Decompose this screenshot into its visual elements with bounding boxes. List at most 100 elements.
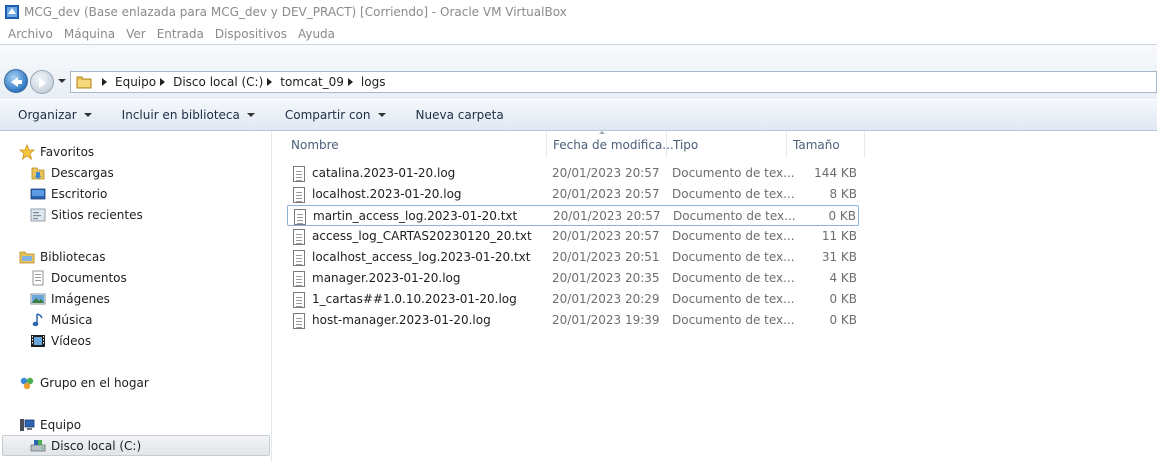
text-file-icon: [293, 229, 305, 245]
column-header-type[interactable]: Tipo: [667, 131, 787, 158]
file-date: 20/01/2023 20:35: [552, 271, 660, 285]
file-size: 144 KB: [814, 166, 857, 180]
file-row[interactable]: localhost.2023-01-20.log 20/01/2023 20:5…: [287, 184, 859, 205]
nav-downloads[interactable]: Descargas: [30, 162, 114, 183]
nav-libraries-label: Bibliotecas: [40, 249, 106, 264]
text-file-icon: [293, 187, 305, 203]
file-date: 20/01/2023 20:29: [552, 292, 660, 306]
file-name: localhost_access_log.2023-01-20.txt: [312, 250, 531, 264]
new-folder-button[interactable]: Nueva carpeta: [416, 108, 504, 122]
breadcrumb-logs[interactable]: logs: [361, 75, 386, 89]
chevron-down-icon: [83, 113, 92, 117]
share-label: Compartir con: [284, 108, 371, 122]
vm-window-title: MCG_dev (Base enlazada para MCG_dev y DE…: [24, 5, 567, 19]
column-header-name[interactable]: Nombre: [285, 131, 547, 158]
menu-maquina[interactable]: Máquina: [64, 27, 115, 41]
breadcrumb-separator[interactable]: [267, 78, 273, 86]
computer-icon: [19, 417, 35, 433]
file-size: 0 KB: [829, 292, 857, 306]
file-row-focused[interactable]: martin_access_log.2023-01-20.txt 20/01/2…: [287, 205, 859, 226]
file-row[interactable]: access_log_CARTAS20230120_20.txt 20/01/2…: [287, 226, 859, 247]
file-type: Documento de tex...: [672, 292, 795, 306]
nav-desktop[interactable]: Escritorio: [30, 183, 107, 204]
file-name: manager.2023-01-20.log: [312, 271, 461, 285]
address-bar[interactable]: Equipo Disco local (C:) tomcat_09 logs: [70, 71, 1157, 93]
share-with-button[interactable]: Compartir con: [285, 108, 386, 122]
menu-dispositivos[interactable]: Dispositivos: [215, 27, 287, 41]
command-bar: Organizar Incluir en biblioteca Comparti…: [0, 99, 1157, 131]
menu-entrada[interactable]: Entrada: [157, 27, 204, 41]
text-file-icon: [293, 313, 305, 329]
file-row[interactable]: catalina.2023-01-20.log 20/01/2023 20:57…: [287, 163, 859, 184]
file-date: 20/01/2023 19:39: [552, 313, 660, 327]
nav-videos[interactable]: Vídeos: [30, 330, 91, 351]
navigation-pane: Favoritos Descargas Escritorio Sitios re…: [0, 131, 272, 462]
file-size: 0 KB: [828, 209, 856, 223]
nav-libraries[interactable]: Bibliotecas: [19, 246, 105, 267]
include-in-library-button[interactable]: Incluir en biblioteca: [122, 108, 255, 122]
breadcrumb-tomcat[interactable]: tomcat_09: [280, 75, 344, 89]
nav-homegroup-label: Grupo en el hogar: [40, 375, 149, 390]
nav-recent-label: Sitios recientes: [51, 207, 143, 222]
file-date: 20/01/2023 20:57: [552, 166, 660, 180]
nav-documents[interactable]: Documentos: [30, 267, 127, 288]
nav-images-label: Imágenes: [51, 291, 110, 306]
file-list: Nombre Fecha de modifica... Tipo Tamaño …: [273, 131, 1157, 462]
file-type: Documento de tex...: [672, 250, 795, 264]
file-name: access_log_CARTAS20230120_20.txt: [312, 229, 532, 243]
pictures-icon: [30, 291, 46, 307]
file-date: 20/01/2023 20:57: [552, 229, 660, 243]
file-row[interactable]: 1_cartas##1.0.10.2023-01-20.log 20/01/20…: [287, 289, 859, 310]
desktop-icon: [30, 186, 46, 202]
nav-local-disk-label: Disco local (C:): [51, 438, 142, 453]
recent-places-icon: [30, 207, 46, 223]
nav-computer-label: Equipo: [40, 417, 82, 432]
homegroup-icon: [19, 375, 35, 391]
file-type: Documento de tex...: [672, 313, 795, 327]
forward-button[interactable]: [30, 70, 54, 94]
file-date: 20/01/2023 20:51: [552, 250, 660, 264]
menu-ver[interactable]: Ver: [126, 27, 146, 41]
nav-downloads-label: Descargas: [51, 165, 114, 180]
nav-music-label: Música: [51, 312, 93, 327]
menu-archivo[interactable]: Archivo: [8, 27, 53, 41]
column-name-label: Nombre: [291, 137, 339, 152]
breadcrumb-disco-local[interactable]: Disco local (C:): [173, 75, 263, 89]
nav-recent-places[interactable]: Sitios recientes: [30, 204, 143, 225]
menu-ayuda[interactable]: Ayuda: [298, 27, 335, 41]
nav-computer[interactable]: Equipo: [19, 414, 81, 435]
nav-images[interactable]: Imágenes: [30, 288, 110, 309]
column-header-size[interactable]: Tamaño: [787, 131, 865, 158]
recent-pages-dropdown[interactable]: [58, 79, 66, 83]
organize-button[interactable]: Organizar: [18, 108, 92, 122]
breadcrumb-separator[interactable]: [102, 78, 107, 86]
breadcrumb-separator[interactable]: [347, 78, 353, 86]
file-row[interactable]: manager.2023-01-20.log 20/01/2023 20:35 …: [287, 268, 859, 289]
nav-videos-label: Vídeos: [51, 333, 92, 348]
file-type: Documento de tex...: [672, 271, 795, 285]
vm-menubar: Archivo Máquina Ver Entrada Dispositivos…: [0, 24, 1157, 44]
breadcrumb-equipo[interactable]: Equipo: [115, 75, 156, 89]
text-file-icon: [293, 292, 305, 308]
column-header-date[interactable]: Fecha de modifica...: [547, 131, 674, 158]
vm-window-titlebar: MCG_dev (Base enlazada para MCG_dev y DE…: [0, 0, 1157, 24]
nav-homegroup[interactable]: Grupo en el hogar: [19, 372, 149, 393]
nav-favorites[interactable]: Favoritos: [18, 141, 94, 162]
column-date-label: Fecha de modifica...: [553, 137, 674, 152]
breadcrumb-separator[interactable]: [160, 78, 166, 86]
include-label: Incluir en biblioteca: [121, 108, 240, 122]
file-name: 1_cartas##1.0.10.2023-01-20.log: [312, 292, 517, 306]
local-disk-icon: [30, 438, 46, 454]
documents-icon: [30, 270, 46, 286]
file-size: 8 KB: [829, 187, 857, 201]
column-type-label: Tipo: [673, 137, 699, 152]
nav-music[interactable]: Música: [30, 309, 93, 330]
file-row[interactable]: host-manager.2023-01-20.log 20/01/2023 1…: [287, 310, 859, 331]
back-button[interactable]: [4, 69, 28, 93]
nav-local-disk-c[interactable]: Disco local (C:): [2, 435, 270, 456]
address-toolbar: Equipo Disco local (C:) tomcat_09 logs: [0, 44, 1157, 99]
file-name: host-manager.2023-01-20.log: [312, 313, 491, 327]
nav-documents-label: Documentos: [51, 270, 127, 285]
organize-label: Organizar: [18, 108, 77, 122]
file-row[interactable]: localhost_access_log.2023-01-20.txt 20/0…: [287, 247, 859, 268]
